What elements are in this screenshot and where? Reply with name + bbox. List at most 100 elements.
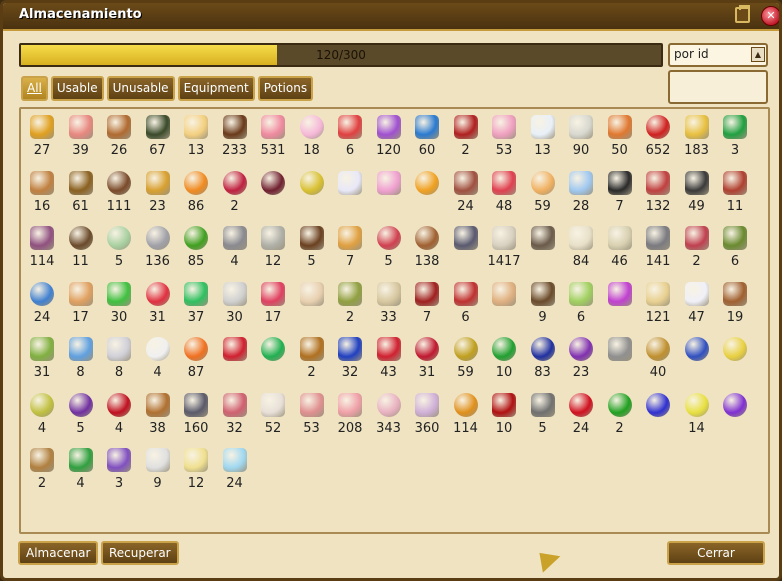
item-slot[interactable]	[293, 280, 331, 332]
item-slot[interactable]: 39	[62, 113, 100, 165]
item-slot[interactable]: 84	[562, 224, 600, 276]
item-slot[interactable]: 4	[100, 391, 138, 443]
item-slot[interactable]	[408, 169, 446, 221]
filter-box[interactable]	[668, 70, 768, 104]
item-slot[interactable]: 5	[100, 224, 138, 276]
close-button[interactable]: Cerrar	[667, 541, 765, 565]
item-slot[interactable]: 2	[23, 446, 61, 498]
item-slot[interactable]: 12	[177, 446, 215, 498]
item-slot[interactable]: 114	[23, 224, 61, 276]
item-slot[interactable]: 59	[447, 335, 485, 387]
item-slot[interactable]: 5	[293, 224, 331, 276]
item-slot[interactable]: 48	[485, 169, 523, 221]
item-slot[interactable]: 59	[524, 169, 562, 221]
tab-unusable[interactable]: Unusable	[106, 76, 175, 101]
item-slot[interactable]: 138	[408, 224, 446, 276]
item-slot[interactable]	[254, 169, 292, 221]
item-slot[interactable]	[601, 280, 639, 332]
item-slot[interactable]: 6	[331, 113, 369, 165]
item-slot[interactable]: 90	[562, 113, 600, 165]
item-slot[interactable]: 160	[177, 391, 215, 443]
item-slot[interactable]: 5	[524, 391, 562, 443]
item-slot[interactable]	[254, 335, 292, 387]
item-slot[interactable]: 343	[370, 391, 408, 443]
item-slot[interactable]	[485, 280, 523, 332]
item-slot[interactable]: 114	[447, 391, 485, 443]
item-slot[interactable]	[331, 169, 369, 221]
item-slot[interactable]: 28	[562, 169, 600, 221]
title-bar[interactable]: Almacenamiento ✕	[3, 3, 779, 31]
retrieve-button[interactable]: Recuperar	[101, 541, 179, 565]
item-slot[interactable]: 30	[100, 280, 138, 332]
item-slot[interactable]: 86	[177, 169, 215, 221]
item-slot[interactable]: 4	[216, 224, 254, 276]
item-slot[interactable]: 3	[716, 113, 754, 165]
item-slot[interactable]: 33	[370, 280, 408, 332]
close-icon[interactable]: ✕	[761, 6, 779, 26]
item-slot[interactable]: 52	[254, 391, 292, 443]
item-slot[interactable]: 121	[639, 280, 677, 332]
item-slot[interactable]: 2	[331, 280, 369, 332]
store-button[interactable]: Almacenar	[18, 541, 99, 565]
tab-equipment[interactable]: Equipment	[177, 76, 255, 101]
item-slot[interactable]: 12	[254, 224, 292, 276]
item-slot[interactable]: 47	[678, 280, 716, 332]
item-slot[interactable]: 49	[678, 169, 716, 221]
item-slot[interactable]: 87	[177, 335, 215, 387]
item-slot[interactable]: 50	[601, 113, 639, 165]
item-slot[interactable]: 37	[177, 280, 215, 332]
item-slot[interactable]: 136	[139, 224, 177, 276]
arrow-up-icon[interactable]: ▲	[751, 47, 765, 62]
item-slot[interactable]: 7	[408, 280, 446, 332]
item-slot[interactable]: 9	[139, 446, 177, 498]
item-slot[interactable]: 4	[62, 446, 100, 498]
item-slot[interactable]	[716, 391, 754, 443]
item-slot[interactable]: 2	[293, 335, 331, 387]
item-slot[interactable]: 5	[370, 224, 408, 276]
item-slot[interactable]: 8	[62, 335, 100, 387]
item-slot[interactable]: 85	[177, 224, 215, 276]
item-slot[interactable]: 24	[23, 280, 61, 332]
item-slot[interactable]: 26	[100, 113, 138, 165]
item-slot[interactable]: 11	[62, 224, 100, 276]
item-slot[interactable]: 3	[100, 446, 138, 498]
item-slot[interactable]: 6	[716, 224, 754, 276]
item-slot[interactable]: 4	[139, 335, 177, 387]
item-slot[interactable]: 16	[23, 169, 61, 221]
item-slot[interactable]: 1417	[485, 224, 523, 276]
sort-select[interactable]: por id ▲	[668, 43, 768, 67]
item-slot[interactable]: 2	[601, 391, 639, 443]
item-slot[interactable]: 132	[639, 169, 677, 221]
item-slot[interactable]: 31	[23, 335, 61, 387]
item-slot[interactable]: 183	[678, 113, 716, 165]
item-slot[interactable]: 23	[139, 169, 177, 221]
item-slot[interactable]: 111	[100, 169, 138, 221]
item-slot[interactable]: 46	[601, 224, 639, 276]
item-slot[interactable]: 141	[639, 224, 677, 276]
item-slot[interactable]: 19	[716, 280, 754, 332]
item-slot[interactable]: 17	[62, 280, 100, 332]
item-slot[interactable]: 13	[177, 113, 215, 165]
item-slot[interactable]: 83	[524, 335, 562, 387]
item-slot[interactable]: 652	[639, 113, 677, 165]
item-slot[interactable]: 53	[485, 113, 523, 165]
item-slot[interactable]: 8	[100, 335, 138, 387]
item-slot[interactable]: 6	[447, 280, 485, 332]
item-slot[interactable]: 24	[447, 169, 485, 221]
item-slot[interactable]: 7	[601, 169, 639, 221]
item-slot[interactable]: 5	[62, 391, 100, 443]
item-slot[interactable]: 2	[216, 169, 254, 221]
item-slot[interactable]: 208	[331, 391, 369, 443]
tab-potions[interactable]: Potions	[257, 76, 314, 101]
item-slot[interactable]: 18	[293, 113, 331, 165]
item-slot[interactable]: 4	[23, 391, 61, 443]
item-slot[interactable]: 10	[485, 335, 523, 387]
item-slot[interactable]: 30	[216, 280, 254, 332]
item-slot[interactable]: 53	[293, 391, 331, 443]
item-slot[interactable]	[216, 335, 254, 387]
item-slot[interactable]: 32	[331, 335, 369, 387]
item-slot[interactable]: 27	[23, 113, 61, 165]
item-slot[interactable]: 67	[139, 113, 177, 165]
item-slot[interactable]: 31	[408, 335, 446, 387]
item-slot[interactable]: 38	[139, 391, 177, 443]
